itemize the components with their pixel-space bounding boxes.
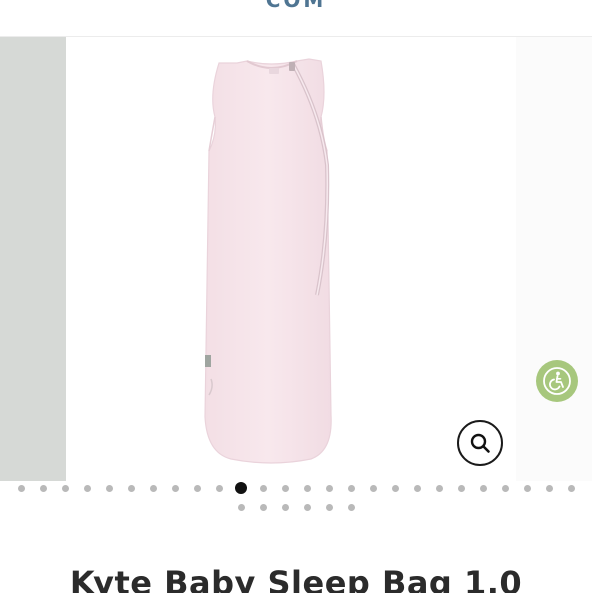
next-slide-peek[interactable] [516,37,592,481]
pagination-dot[interactable] [567,484,575,492]
pagination-dot[interactable] [149,484,157,492]
pagination-dot[interactable] [501,484,509,492]
pagination-dot[interactable] [303,503,311,511]
pagination-dot[interactable] [105,484,113,492]
wheelchair-icon [543,367,571,395]
pagination-dot[interactable] [523,484,531,492]
pagination-dot[interactable] [413,484,421,492]
pagination-dot[interactable] [347,484,355,492]
pagination-dot[interactable] [281,503,289,511]
pagination-dot[interactable] [17,484,25,492]
pagination-dot[interactable] [61,484,69,492]
pagination-dot[interactable] [215,484,223,492]
pagination-dot[interactable] [127,484,135,492]
pagination-dot[interactable] [83,484,91,492]
pagination-row [0,499,592,515]
pagination-dot[interactable] [369,484,377,492]
pagination-dot[interactable] [259,503,267,511]
pagination-dot[interactable] [259,484,267,492]
brand-logo-text[interactable]: COM [0,0,592,12]
pagination-dot[interactable] [281,484,289,492]
pagination-dot[interactable] [347,503,355,511]
pagination-dot[interactable] [435,484,443,492]
pagination-row [0,480,592,496]
carousel-pagination [0,480,592,515]
pagination-dot-active[interactable] [235,482,247,494]
pagination-dot[interactable] [391,484,399,492]
pagination-dot[interactable] [479,484,487,492]
previous-slide-peek[interactable] [0,37,66,481]
product-image-carousel[interactable] [0,37,592,481]
pagination-dot[interactable] [171,484,179,492]
product-page: COM Kyte Baby Sleep Bag 1.0 [0,0,592,593]
pagination-dot[interactable] [325,503,333,511]
current-slide[interactable] [66,37,516,481]
pagination-dot[interactable] [237,503,245,511]
pagination-dot[interactable] [303,484,311,492]
pagination-dot[interactable] [325,484,333,492]
accessibility-button[interactable] [536,360,578,402]
pagination-dot[interactable] [39,484,47,492]
pagination-dot[interactable] [193,484,201,492]
sleep-bag-product-image [204,58,332,464]
product-title: Kyte Baby Sleep Bag 1.0 [69,564,523,593]
pagination-dot[interactable] [545,484,553,492]
magnifier-icon [470,433,490,453]
site-header: COM [0,0,592,37]
pagination-dot[interactable] [457,484,465,492]
zoom-button[interactable] [457,420,503,466]
